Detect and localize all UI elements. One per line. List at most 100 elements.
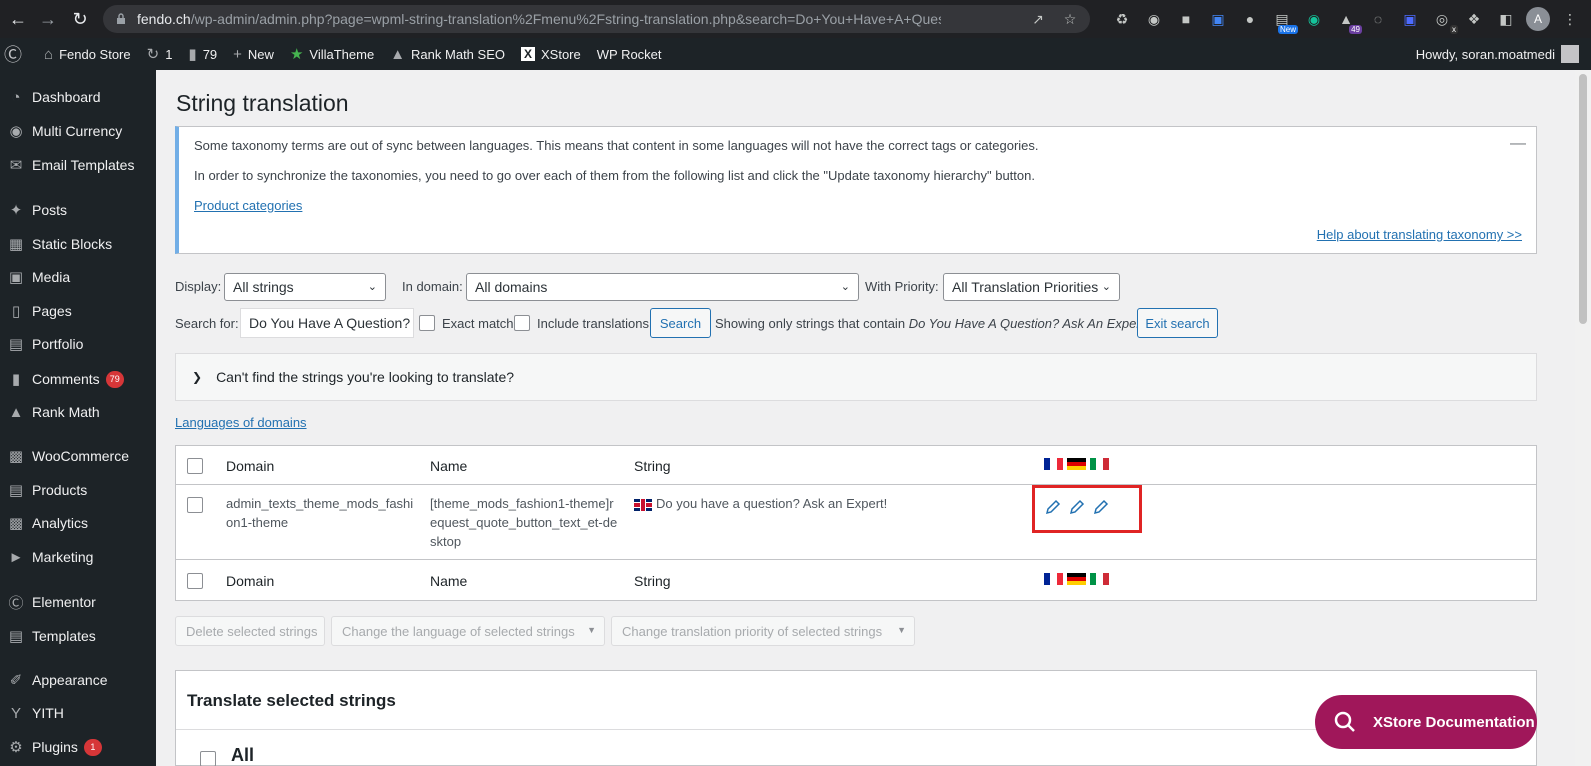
sidebar-item-static-blocks[interactable]: ▦ Static Blocks — [0, 227, 156, 261]
chevron-down-icon: ▼ — [897, 625, 906, 635]
video-icon[interactable]: ▣ — [1398, 6, 1422, 32]
pencil-icon-it[interactable] — [1092, 498, 1110, 516]
hat-icon[interactable]: ▲ 49 — [1334, 6, 1362, 34]
sidebar-item-label: Posts — [32, 202, 68, 218]
user-avatar — [1561, 45, 1579, 63]
sidebar-item-media[interactable]: ▣ Media — [0, 260, 156, 294]
sidebar-item-rank-math[interactable]: ▲ Rank Math — [0, 395, 156, 429]
admin-sidebar: ◔ Dashboard ◉ Multi Currency ✉ Email Templa… — [0, 70, 156, 766]
sidebar-item-portfolio[interactable]: ▤ Portfolio — [0, 327, 156, 361]
search-input[interactable]: Do You Have A Question? — [240, 308, 414, 338]
sidebar-item-templates[interactable]: ▤ Templates — [0, 619, 156, 653]
select-all-checkbox[interactable] — [187, 458, 203, 474]
translate-icon[interactable]: ▣ — [1206, 6, 1230, 32]
sidebar-item-plugins[interactable]: ⚙ Plugins 1 — [0, 730, 156, 764]
sidepanel-icon[interactable]: ◧ — [1494, 6, 1518, 32]
sidebar-item-appearance[interactable]: ✐ Appearance — [0, 663, 156, 697]
puzzle-icon[interactable]: ❖ — [1462, 6, 1486, 32]
sidebar-item-label: Comments — [32, 371, 100, 387]
col-domain: Domain — [226, 458, 275, 474]
row-checkbox[interactable] — [187, 497, 203, 513]
recycle-icon[interactable]: ♻ — [1110, 6, 1134, 32]
forward-icon[interactable]: → — [33, 4, 63, 34]
priority-select[interactable]: All Translation Priorities ⌄ — [943, 273, 1120, 301]
sidebar-item-marketing[interactable]: ► Marketing — [0, 540, 156, 574]
sidebar-item-email-templates[interactable]: ✉ Email Templates — [0, 148, 156, 182]
wprocket-link[interactable]: WP Rocket — [589, 38, 670, 70]
product-categories-link[interactable]: Product categories — [194, 198, 302, 213]
accordion-label: Can't find the strings you're looking to… — [216, 369, 515, 385]
site-name-link[interactable]: ⌂ Fendo Store — [36, 38, 139, 70]
taxonomy-notice: Some taxonomy terms are out of sync betw… — [175, 126, 1537, 254]
comments-link[interactable]: ▮ 79 — [180, 38, 225, 70]
sidebar-item-dashboard[interactable]: ◔ Dashboard — [0, 80, 156, 114]
yith-icon: Y — [10, 704, 21, 722]
exit-search-button[interactable]: Exit search — [1137, 308, 1218, 338]
rankmath-link[interactable]: ▲ Rank Math SEO — [382, 38, 513, 70]
sidebar-item-multi-currency[interactable]: ◉ Multi Currency — [0, 114, 156, 148]
sidebar-item-woocommerce[interactable]: ▩ WooCommerce — [0, 439, 156, 473]
search-label: Search for: — [175, 316, 239, 331]
new-content-link[interactable]: + New — [225, 38, 282, 70]
reload-icon[interactable]: ↻ — [65, 4, 95, 34]
plugins-badge: 1 — [83, 738, 102, 756]
all-checkbox[interactable] — [200, 751, 216, 766]
share-icon[interactable]: ↗ — [1028, 9, 1048, 29]
help-taxonomy-link[interactable]: Help about translating taxonomy >> — [1317, 227, 1522, 242]
new-extension-icon[interactable]: ▤ New — [1270, 6, 1298, 34]
sidebar-item-analytics[interactable]: ▩ Analytics — [0, 506, 156, 540]
xstore-doc-label: XStore Documentation — [1373, 713, 1535, 731]
change-priority-select[interactable]: Change translation priority of selected … — [611, 616, 915, 646]
wp-logo[interactable]: Ⓒ — [0, 38, 36, 70]
all-label: All — [231, 745, 255, 765]
camera-icon[interactable]: ● — [1238, 6, 1262, 32]
sidebar-item-comments[interactable]: ▮ Comments 79 — [0, 362, 156, 396]
address-bar[interactable]: fendo.ch /wp-admin/admin.php?page=wpml-s… — [103, 5, 1090, 33]
exact-match-label: Exact match — [442, 316, 514, 331]
sidebar-item-products[interactable]: ▤ Products — [0, 473, 156, 507]
change-language-select[interactable]: Change the language of selected strings ▼ — [331, 616, 605, 646]
exact-match-checkbox[interactable] — [419, 315, 435, 331]
currency-icon: ◉ — [9, 123, 23, 140]
back-icon[interactable]: ← — [3, 4, 33, 34]
eye-icon[interactable]: ◎ x — [1430, 6, 1458, 34]
grammarly-icon[interactable]: ◉ — [1302, 6, 1326, 32]
languages-of-domains-link[interactable]: Languages of domains — [175, 415, 307, 430]
star-icon[interactable]: ☆ — [1060, 9, 1080, 29]
scrollbar-thumb[interactable] — [1579, 74, 1587, 324]
updates-link[interactable]: ↻ 1 — [139, 38, 181, 70]
page-scrollbar[interactable] — [1575, 70, 1591, 766]
truck-icon[interactable]: ■ — [1174, 6, 1198, 32]
pencil-icon-fr[interactable] — [1044, 498, 1062, 516]
include-translations-label: Include translations — [537, 316, 650, 331]
globe-icon[interactable]: ◉ — [1142, 6, 1166, 32]
my-account[interactable]: Howdy, soran.moatmedi — [1416, 38, 1579, 70]
display-select[interactable]: All strings ⌄ — [224, 273, 386, 301]
xstore-documentation-button[interactable]: XStore Documentation — [1315, 695, 1537, 749]
sidebar-item-pages[interactable]: ▯ Pages — [0, 294, 156, 328]
row-name-line: equest_quote_button_text_et-de — [430, 515, 618, 530]
analytics-icon: ▩ — [8, 515, 24, 532]
xstore-link[interactable]: X XStore — [513, 38, 589, 70]
sidebar-item-posts[interactable]: ✦ Posts — [0, 193, 156, 227]
pencil-icon-de[interactable] — [1068, 498, 1086, 516]
xstore-label: XStore — [541, 46, 581, 62]
delete-selected-button[interactable]: Delete selected strings — [175, 616, 325, 646]
villatheme-link[interactable]: ★ VillaTheme — [282, 38, 382, 70]
search-button[interactable]: Search — [650, 308, 711, 338]
select-all-checkbox-footer[interactable] — [187, 573, 203, 589]
profile-avatar[interactable]: A — [1526, 7, 1550, 31]
german-flag-icon — [1067, 573, 1086, 585]
swirl-icon[interactable]: ◌ — [1366, 6, 1390, 32]
dismiss-icon[interactable]: — — [1510, 135, 1526, 153]
cant-find-accordion[interactable]: ❯ Can't find the strings you're looking … — [175, 353, 1537, 401]
include-translations-checkbox[interactable] — [514, 315, 530, 331]
change-language-label: Change the language of selected strings — [342, 623, 575, 639]
domain-select[interactable]: All domains ⌄ — [466, 273, 859, 301]
menu-icon[interactable]: ⋮ — [1558, 6, 1582, 32]
sidebar-item-yith[interactable]: Y YITH — [0, 696, 156, 730]
sidebar-item-elementor[interactable]: Ⓒ Elementor — [0, 585, 156, 619]
main-content: String translation Some taxonomy terms a… — [156, 70, 1591, 766]
comment-icon: ▮ — [188, 46, 197, 63]
url-host: fendo.ch — [137, 11, 191, 27]
